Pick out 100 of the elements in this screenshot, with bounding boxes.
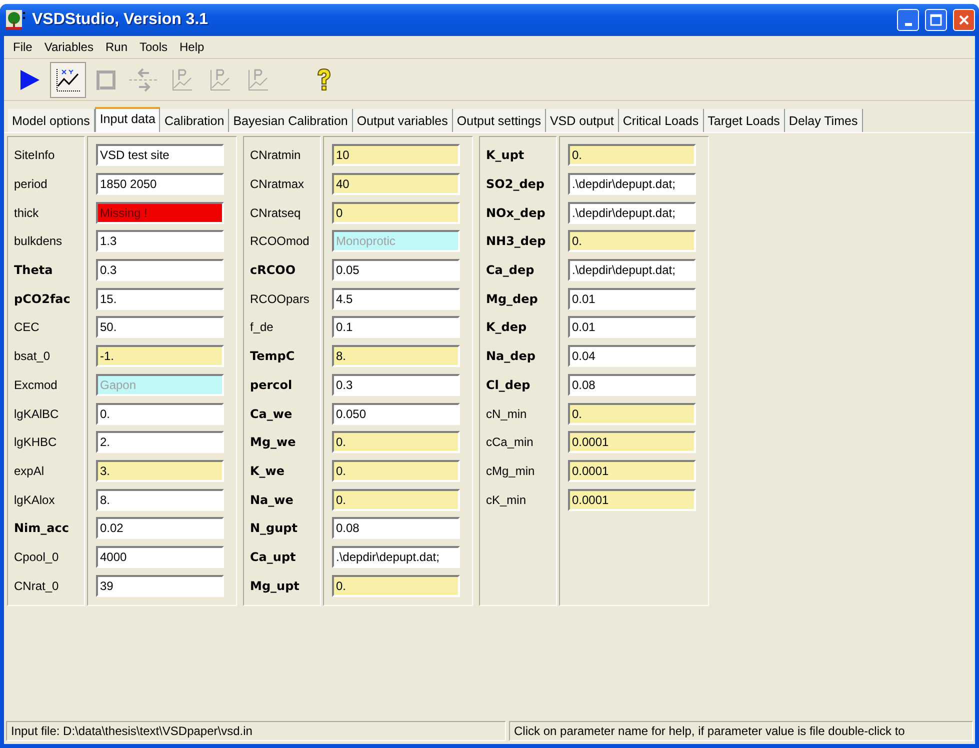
- value-field[interactable]: 0.01: [568, 316, 696, 338]
- parameter-name[interactable]: N_gupt: [250, 514, 314, 543]
- parameter-name[interactable]: Mg_dep: [486, 284, 550, 314]
- parameter-name[interactable]: TempC: [250, 342, 314, 370]
- value-field[interactable]: 0.: [568, 230, 696, 252]
- value-field[interactable]: 0.: [332, 431, 460, 454]
- value-field[interactable]: 0.08: [568, 374, 696, 396]
- parameter-name[interactable]: f_de: [250, 313, 314, 342]
- value-field[interactable]: 0.050: [332, 402, 460, 425]
- value-field[interactable]: 0.: [96, 402, 224, 425]
- parameter-name[interactable]: cK_min: [486, 485, 550, 514]
- parameter-name[interactable]: cN_min: [486, 399, 550, 428]
- value-field[interactable]: 0.3: [332, 374, 460, 396]
- value-field[interactable]: 3.: [96, 460, 224, 482]
- parameter-name[interactable]: cMg_min: [486, 456, 550, 486]
- tab[interactable]: Input data: [94, 107, 160, 132]
- value-field[interactable]: 39: [96, 574, 224, 597]
- value-field[interactable]: 0.05: [332, 259, 460, 282]
- tab[interactable]: Critical Loads: [618, 109, 704, 132]
- parameter-name[interactable]: cCa_min: [486, 428, 550, 457]
- parameter-name[interactable]: lgKAlBC: [14, 399, 78, 428]
- value-field[interactable]: .\depdir\depupt.dat;: [568, 173, 696, 196]
- parameter-name[interactable]: lgKHBC: [14, 428, 78, 457]
- parameter-name[interactable]: K_we: [250, 456, 314, 486]
- value-field[interactable]: 8.: [332, 345, 460, 368]
- value-field[interactable]: 1.3: [96, 230, 224, 252]
- menu-item[interactable]: Run: [100, 38, 132, 56]
- close-button[interactable]: [953, 9, 975, 31]
- parameter-name[interactable]: thick: [14, 198, 78, 228]
- tab[interactable]: Bayesian Calibration: [229, 109, 353, 132]
- parameter-name[interactable]: cRCOO: [250, 256, 314, 284]
- value-field[interactable]: 2.: [96, 431, 224, 454]
- menu-item[interactable]: Variables: [39, 38, 98, 56]
- parameter-name[interactable]: Mg_we: [250, 428, 314, 457]
- parameter-name[interactable]: expAl: [14, 456, 78, 486]
- menu-item[interactable]: File: [8, 38, 38, 56]
- value-field[interactable]: 1850 2050: [96, 173, 224, 196]
- value-field[interactable]: 0: [332, 202, 460, 224]
- tab[interactable]: Calibration: [160, 109, 230, 132]
- value-field[interactable]: -1.: [96, 345, 224, 368]
- tab[interactable]: Delay Times: [784, 109, 863, 132]
- value-field[interactable]: 0.0001: [568, 460, 696, 482]
- value-field[interactable]: 4000: [96, 546, 224, 568]
- minimize-button[interactable]: [897, 9, 919, 31]
- menu-item[interactable]: Tools: [134, 38, 173, 56]
- parameter-name[interactable]: SiteInfo: [14, 141, 78, 170]
- tab[interactable]: Output settings: [452, 109, 546, 132]
- value-field[interactable]: .\depdir\depupt.dat;: [332, 546, 460, 568]
- tab[interactable]: Output variables: [352, 109, 453, 132]
- tab[interactable]: Model options: [8, 109, 95, 132]
- value-field[interactable]: 50.: [96, 316, 224, 338]
- value-field[interactable]: 0.: [332, 488, 460, 511]
- parameter-name[interactable]: Cl_dep: [486, 370, 550, 400]
- value-field[interactable]: 40: [332, 173, 460, 196]
- value-field[interactable]: 8.: [96, 488, 224, 511]
- value-field[interactable]: .\depdir\depupt.dat;: [568, 202, 696, 224]
- parameter-name[interactable]: CNratseq: [250, 198, 314, 228]
- parameter-name[interactable]: Mg_upt: [250, 571, 314, 600]
- parameter-name[interactable]: CNratmax: [250, 170, 314, 198]
- value-field[interactable]: 4.5: [332, 288, 460, 310]
- parameter-name[interactable]: Cpool_0: [14, 542, 78, 572]
- parameter-name[interactable]: Ca_dep: [486, 256, 550, 284]
- parameter-name[interactable]: CNrat_0: [14, 571, 78, 600]
- value-field[interactable]: 0.: [568, 144, 696, 166]
- parameter-name[interactable]: lgKAlox: [14, 485, 78, 514]
- value-field[interactable]: 0.02: [96, 517, 224, 540]
- value-field[interactable]: .\depdir\depupt.dat;: [568, 259, 696, 282]
- value-field[interactable]: 0.01: [568, 288, 696, 310]
- tab[interactable]: VSD output: [546, 109, 619, 132]
- parameter-name[interactable]: bulkdens: [14, 227, 78, 256]
- parameter-name[interactable]: Theta: [14, 256, 78, 284]
- parameter-name[interactable]: percol: [250, 370, 314, 400]
- value-field[interactable]: 0.04: [568, 345, 696, 368]
- value-field[interactable]: 0.: [332, 574, 460, 597]
- value-field[interactable]: 10: [332, 144, 460, 166]
- parameter-name[interactable]: Na_we: [250, 485, 314, 514]
- parameter-name[interactable]: pCO2fac: [14, 284, 78, 314]
- maximize-button[interactable]: [925, 9, 947, 31]
- parameter-name[interactable]: bsat_0: [14, 342, 78, 370]
- value-field[interactable]: 0.1: [332, 316, 460, 338]
- parameter-name[interactable]: Ca_upt: [250, 542, 314, 572]
- parameter-name[interactable]: Na_dep: [486, 342, 550, 370]
- parameter-name[interactable]: Excmod: [14, 370, 78, 400]
- value-field[interactable]: 0.08: [332, 517, 460, 540]
- parameter-name[interactable]: CEC: [14, 313, 78, 342]
- parameter-name[interactable]: NOx_dep: [486, 198, 550, 228]
- tab[interactable]: Target Loads: [704, 109, 785, 132]
- parameter-name[interactable]: SO2_dep: [486, 170, 550, 198]
- parameter-name[interactable]: K_upt: [486, 141, 550, 170]
- value-field[interactable]: 0.0001: [568, 488, 696, 511]
- value-field[interactable]: VSD test site: [96, 144, 224, 166]
- parameter-name[interactable]: period: [14, 170, 78, 198]
- parameter-name[interactable]: CNratmin: [250, 141, 314, 170]
- menu-item[interactable]: Help: [174, 38, 210, 56]
- value-field[interactable]: 15.: [96, 288, 224, 310]
- value-field[interactable]: 0.: [332, 460, 460, 482]
- parameter-name[interactable]: RCOOpars: [250, 284, 314, 314]
- value-field[interactable]: 0.0001: [568, 431, 696, 454]
- value-field[interactable]: 0.3: [96, 259, 224, 282]
- parameter-name[interactable]: K_dep: [486, 313, 550, 342]
